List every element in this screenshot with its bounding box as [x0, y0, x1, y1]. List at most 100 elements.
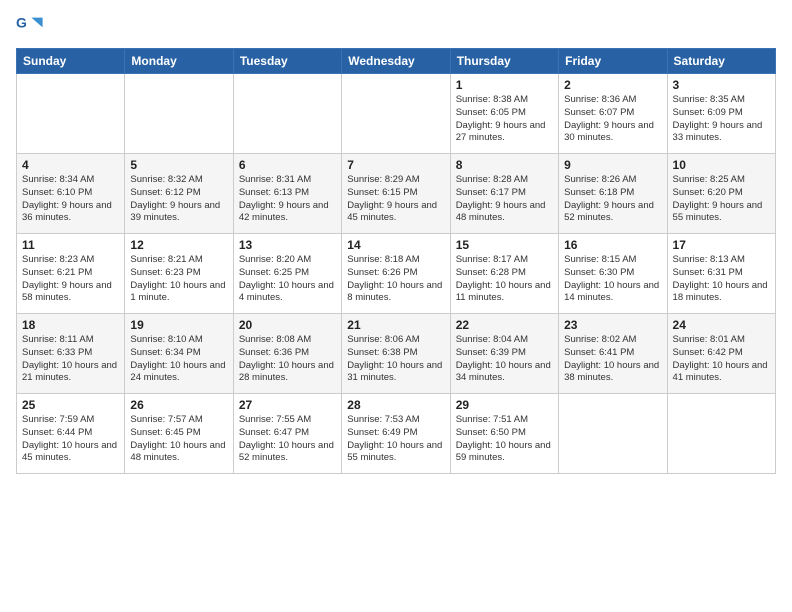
calendar-table: SundayMondayTuesdayWednesdayThursdayFrid… [16, 48, 776, 474]
calendar-cell: 3Sunrise: 8:35 AM Sunset: 6:09 PM Daylig… [667, 74, 775, 154]
day-number: 27 [239, 398, 336, 412]
calendar-week-row: 11 Sunrise: 8:23 AM Sunset: 6:21 PM Dayli… [17, 234, 776, 314]
day-number: 12 [130, 238, 227, 252]
calendar-cell: 16 Sunrise: 8:15 AM Sunset: 6:30 PM Dayli… [559, 234, 667, 314]
day-info: Sunrise: 8:26 AM Sunset: 6:18 PM Dayligh… [564, 174, 661, 225]
day-info: Sunrise: 8:01 AM Sunset: 6:42 PM Dayligh… [673, 334, 770, 385]
day-info: Sunrise: 8:38 AM Sunset: 6:05 PM Dayligh… [456, 94, 553, 145]
day-info: Sunrise: 8:18 AM Sunset: 6:26 PM Dayligh… [347, 254, 444, 305]
day-info: Sunrise: 8:29 AM Sunset: 6:15 PM Dayligh… [347, 174, 444, 225]
calendar-cell [342, 74, 450, 154]
day-info: Sunrise: 8:13 AM Sunset: 6:31 PM Dayligh… [673, 254, 770, 305]
day-info: Sunrise: 8:31 AM Sunset: 6:13 PM Dayligh… [239, 174, 336, 225]
day-number: 24 [673, 318, 770, 332]
day-info: Sunrise: 8:36 AM Sunset: 6:07 PM Dayligh… [564, 94, 661, 145]
calendar-weekday-monday: Monday [125, 49, 233, 74]
day-info: Sunrise: 7:53 AM Sunset: 6:49 PM Dayligh… [347, 414, 444, 465]
calendar-cell: 21 Sunrise: 8:06 AM Sunset: 6:38 PM Dayli… [342, 314, 450, 394]
calendar-cell: 15 Sunrise: 8:17 AM Sunset: 6:28 PM Dayli… [450, 234, 558, 314]
calendar-cell [233, 74, 341, 154]
day-number: 29 [456, 398, 553, 412]
day-number: 16 [564, 238, 661, 252]
calendar-cell: 24 Sunrise: 8:01 AM Sunset: 6:42 PM Dayli… [667, 314, 775, 394]
day-number: 19 [130, 318, 227, 332]
calendar-cell: 20Sunrise: 8:08 AM Sunset: 6:36 PM Dayli… [233, 314, 341, 394]
calendar-weekday-thursday: Thursday [450, 49, 558, 74]
day-info: Sunrise: 7:55 AM Sunset: 6:47 PM Dayligh… [239, 414, 336, 465]
day-number: 23 [564, 318, 661, 332]
day-info: Sunrise: 8:11 AM Sunset: 6:33 PM Dayligh… [22, 334, 119, 385]
calendar-cell: 12 Sunrise: 8:21 AM Sunset: 6:23 PM Dayli… [125, 234, 233, 314]
day-info: Sunrise: 8:02 AM Sunset: 6:41 PM Dayligh… [564, 334, 661, 385]
page: G SundayMondayTuesdayWednesdayThursdayFr… [0, 0, 792, 612]
day-number: 21 [347, 318, 444, 332]
day-number: 7 [347, 158, 444, 172]
calendar-cell: 26Sunrise: 7:57 AM Sunset: 6:45 PM Dayli… [125, 394, 233, 474]
svg-text:G: G [16, 14, 27, 30]
day-info: Sunrise: 8:17 AM Sunset: 6:28 PM Dayligh… [456, 254, 553, 305]
day-number: 11 [22, 238, 119, 252]
calendar-cell: 6 Sunrise: 8:31 AM Sunset: 6:13 PM Daylig… [233, 154, 341, 234]
calendar-cell [559, 394, 667, 474]
logo: G [16, 12, 48, 40]
calendar-week-row: 1 Sunrise: 8:38 AM Sunset: 6:05 PM Daylig… [17, 74, 776, 154]
day-info: Sunrise: 8:04 AM Sunset: 6:39 PM Dayligh… [456, 334, 553, 385]
calendar-cell: 23 Sunrise: 8:02 AM Sunset: 6:41 PM Dayli… [559, 314, 667, 394]
day-number: 22 [456, 318, 553, 332]
day-number: 5 [130, 158, 227, 172]
calendar-cell [17, 74, 125, 154]
calendar-cell: 29 Sunrise: 7:51 AM Sunset: 6:50 PM Dayli… [450, 394, 558, 474]
day-info: Sunrise: 8:21 AM Sunset: 6:23 PM Dayligh… [130, 254, 227, 305]
day-number: 17 [673, 238, 770, 252]
day-info: Sunrise: 8:10 AM Sunset: 6:34 PM Dayligh… [130, 334, 227, 385]
day-info: Sunrise: 8:08 AM Sunset: 6:36 PM Dayligh… [239, 334, 336, 385]
calendar-weekday-sunday: Sunday [17, 49, 125, 74]
calendar-weekday-friday: Friday [559, 49, 667, 74]
day-info: Sunrise: 8:23 AM Sunset: 6:21 PM Dayligh… [22, 254, 119, 305]
calendar-cell: 18 Sunrise: 8:11 AM Sunset: 6:33 PM Dayli… [17, 314, 125, 394]
day-number: 26 [130, 398, 227, 412]
day-number: 4 [22, 158, 119, 172]
calendar-cell: 25Sunrise: 7:59 AM Sunset: 6:44 PM Dayli… [17, 394, 125, 474]
calendar-cell: 11 Sunrise: 8:23 AM Sunset: 6:21 PM Dayli… [17, 234, 125, 314]
day-info: Sunrise: 8:15 AM Sunset: 6:30 PM Dayligh… [564, 254, 661, 305]
header: G [16, 12, 776, 40]
day-info: Sunrise: 8:34 AM Sunset: 6:10 PM Dayligh… [22, 174, 119, 225]
day-info: Sunrise: 7:59 AM Sunset: 6:44 PM Dayligh… [22, 414, 119, 465]
day-number: 10 [673, 158, 770, 172]
day-info: Sunrise: 8:20 AM Sunset: 6:25 PM Dayligh… [239, 254, 336, 305]
day-info: Sunrise: 8:32 AM Sunset: 6:12 PM Dayligh… [130, 174, 227, 225]
calendar-cell [667, 394, 775, 474]
day-info: Sunrise: 8:28 AM Sunset: 6:17 PM Dayligh… [456, 174, 553, 225]
calendar-cell: 7 Sunrise: 8:29 AM Sunset: 6:15 PM Daylig… [342, 154, 450, 234]
day-info: Sunrise: 7:51 AM Sunset: 6:50 PM Dayligh… [456, 414, 553, 465]
calendar-cell: 22 Sunrise: 8:04 AM Sunset: 6:39 PM Dayli… [450, 314, 558, 394]
calendar-cell: 13Sunrise: 8:20 AM Sunset: 6:25 PM Dayli… [233, 234, 341, 314]
day-number: 1 [456, 78, 553, 92]
logo-icon: G [16, 12, 44, 40]
calendar-cell: 4 Sunrise: 8:34 AM Sunset: 6:10 PM Daylig… [17, 154, 125, 234]
day-number: 14 [347, 238, 444, 252]
day-info: Sunrise: 8:06 AM Sunset: 6:38 PM Dayligh… [347, 334, 444, 385]
day-number: 6 [239, 158, 336, 172]
calendar-cell: 28 Sunrise: 7:53 AM Sunset: 6:49 PM Dayli… [342, 394, 450, 474]
day-number: 18 [22, 318, 119, 332]
calendar-cell: 1 Sunrise: 8:38 AM Sunset: 6:05 PM Daylig… [450, 74, 558, 154]
calendar-cell: 5 Sunrise: 8:32 AM Sunset: 6:12 PM Daylig… [125, 154, 233, 234]
calendar-cell: 19 Sunrise: 8:10 AM Sunset: 6:34 PM Dayli… [125, 314, 233, 394]
calendar-cell: 17 Sunrise: 8:13 AM Sunset: 6:31 PM Dayli… [667, 234, 775, 314]
day-number: 3 [673, 78, 770, 92]
calendar-cell [125, 74, 233, 154]
calendar-week-row: 18 Sunrise: 8:11 AM Sunset: 6:33 PM Dayli… [17, 314, 776, 394]
calendar-cell: 27 Sunrise: 7:55 AM Sunset: 6:47 PM Dayli… [233, 394, 341, 474]
calendar-cell: 10 Sunrise: 8:25 AM Sunset: 6:20 PM Dayli… [667, 154, 775, 234]
day-info: Sunrise: 8:25 AM Sunset: 6:20 PM Dayligh… [673, 174, 770, 225]
calendar-cell: 9Sunrise: 8:26 AM Sunset: 6:18 PM Daylig… [559, 154, 667, 234]
calendar-week-row: 25Sunrise: 7:59 AM Sunset: 6:44 PM Dayli… [17, 394, 776, 474]
calendar-cell: 14 Sunrise: 8:18 AM Sunset: 6:26 PM Dayli… [342, 234, 450, 314]
calendar-weekday-tuesday: Tuesday [233, 49, 341, 74]
day-number: 28 [347, 398, 444, 412]
calendar-cell: 8Sunrise: 8:28 AM Sunset: 6:17 PM Daylig… [450, 154, 558, 234]
calendar-weekday-wednesday: Wednesday [342, 49, 450, 74]
day-number: 15 [456, 238, 553, 252]
